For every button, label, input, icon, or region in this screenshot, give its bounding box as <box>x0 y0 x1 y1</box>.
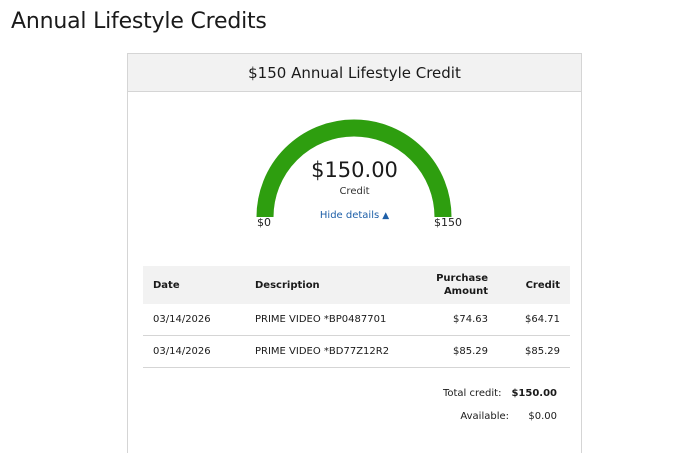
gauge-amount: $150.00 <box>311 158 398 182</box>
header-credit: Credit <box>498 266 570 304</box>
available-label: Available: <box>460 411 509 422</box>
hide-details-label: Hide details <box>319 210 380 221</box>
gauge-caption: Credit <box>339 186 370 197</box>
page-title: Annual Lifestyle Credits <box>11 9 267 34</box>
header-date: Date <box>143 266 245 304</box>
table-row: 03/14/2026 PRIME VIDEO *BP0487701 $74.63… <box>143 304 570 336</box>
cell-date: 03/14/2026 <box>143 304 245 336</box>
chevron-up-icon: ▲ <box>382 211 390 221</box>
cell-description: PRIME VIDEO *BD77Z12R2 <box>245 335 418 368</box>
header-purchase-amount: Purchase Amount <box>418 266 498 304</box>
available-row: Available: $0.00 <box>443 405 557 428</box>
cell-credit: $85.29 <box>498 335 570 368</box>
gauge-max-label: $150 <box>434 216 462 229</box>
card-title: $150 Annual Lifestyle Credit <box>248 63 461 82</box>
cell-purchase-amount: $85.29 <box>418 335 498 368</box>
credit-card-panel: $150 Annual Lifestyle Credit $150.00 Cre… <box>127 53 582 453</box>
total-credit-value: $150.00 <box>511 388 557 399</box>
cell-credit: $64.71 <box>498 304 570 336</box>
gauge-min-label: $0 <box>257 216 271 229</box>
cell-date: 03/14/2026 <box>143 335 245 368</box>
card-header: $150 Annual Lifestyle Credit <box>128 54 581 92</box>
table-header-row: Date Description Purchase Amount Credit <box>143 266 570 304</box>
cell-description: PRIME VIDEO *BP0487701 <box>245 304 418 336</box>
available-value: $0.00 <box>528 411 557 422</box>
header-description: Description <box>245 266 418 304</box>
credit-totals: Total credit: $150.00 Available: $0.00 <box>443 382 557 428</box>
total-credit-row: Total credit: $150.00 <box>443 382 557 405</box>
cell-purchase-amount: $74.63 <box>418 304 498 336</box>
total-credit-label: Total credit: <box>442 388 502 399</box>
hide-details-link[interactable]: Hide details ▲ <box>128 210 581 221</box>
transactions-table: Date Description Purchase Amount Credit … <box>143 266 570 368</box>
table-row: 03/14/2026 PRIME VIDEO *BD77Z12R2 $85.29… <box>143 335 570 368</box>
credit-gauge: $150.00 Credit Hide details ▲ $0 $150 <box>128 92 581 242</box>
